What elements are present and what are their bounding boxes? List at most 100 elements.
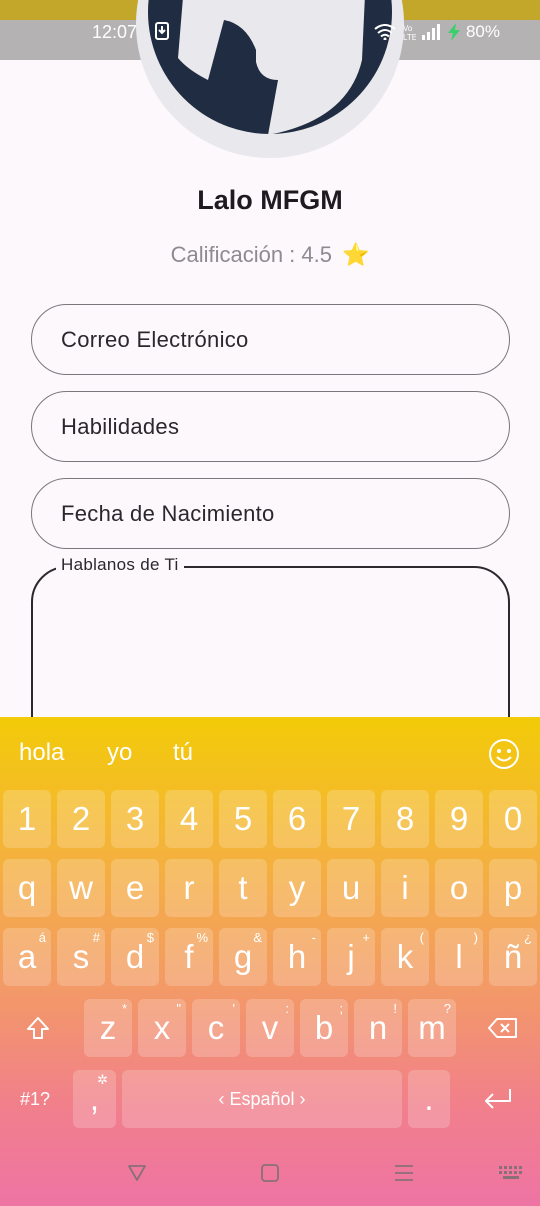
key-b-hint: ; bbox=[339, 1001, 343, 1016]
suggestion-3[interactable]: tú bbox=[173, 739, 193, 767]
key-i[interactable]: i bbox=[381, 859, 429, 917]
key-c[interactable]: c ' bbox=[192, 999, 240, 1057]
backspace-icon bbox=[487, 1018, 517, 1038]
key-n[interactable]: n! bbox=[354, 999, 402, 1057]
key-n-hint: ! bbox=[393, 1001, 397, 1016]
avatar-image bbox=[148, 0, 392, 134]
back-icon[interactable] bbox=[127, 1164, 147, 1182]
enter-key[interactable] bbox=[468, 1070, 528, 1128]
key-6[interactable]: 6 bbox=[273, 790, 321, 848]
email-placeholder: Correo Electrónico bbox=[61, 326, 249, 352]
status-time: 12:07 bbox=[92, 22, 138, 42]
key-y[interactable]: y bbox=[273, 859, 321, 917]
comma-hint: ✲ bbox=[97, 1072, 108, 1087]
key-z[interactable]: z * bbox=[84, 999, 132, 1057]
key-enye-label: ñ bbox=[503, 938, 523, 975]
key-n-label: n bbox=[368, 1009, 388, 1046]
key-a-label: a bbox=[17, 938, 37, 975]
key-v-hint: : bbox=[285, 1001, 289, 1016]
key-d-label: d bbox=[125, 938, 145, 975]
key-k-label: k bbox=[396, 938, 414, 975]
key-8[interactable]: 8 bbox=[381, 790, 429, 848]
home-icon[interactable] bbox=[261, 1164, 279, 1182]
key-x-hint: " bbox=[176, 1001, 181, 1016]
key-enye-hint: ¿ bbox=[524, 930, 532, 945]
about-label: Hablanos de Ti bbox=[56, 555, 184, 575]
key-j-label: j bbox=[347, 938, 355, 975]
key-q[interactable]: q bbox=[3, 859, 51, 917]
key-a[interactable]: aá bbox=[3, 928, 51, 986]
key-w[interactable]: w bbox=[57, 859, 105, 917]
key-b-label: b bbox=[314, 1009, 334, 1046]
key-e[interactable]: e bbox=[111, 859, 159, 917]
charging-icon bbox=[447, 23, 460, 41]
key-b[interactable]: b; bbox=[300, 999, 348, 1057]
soft-keyboard: hola yo tú 1 2 3 4 5 6 7 8 9 0 q w e r t… bbox=[0, 717, 540, 1206]
key-l[interactable]: l) bbox=[435, 928, 483, 986]
skills-placeholder: Habilidades bbox=[61, 413, 180, 439]
email-field[interactable]: Correo Electrónico bbox=[31, 304, 510, 375]
key-h-label: h bbox=[287, 938, 307, 975]
key-t[interactable]: t bbox=[219, 859, 267, 917]
key-r[interactable]: r bbox=[165, 859, 213, 917]
key-7[interactable]: 7 bbox=[327, 790, 375, 848]
symbols-key[interactable]: #1? bbox=[3, 1070, 67, 1128]
key-v[interactable]: v: bbox=[246, 999, 294, 1057]
star-icon: ⭐ bbox=[342, 242, 370, 267]
key-enye[interactable]: ñ ¿ bbox=[489, 928, 537, 986]
key-c-label: c bbox=[207, 1009, 225, 1046]
key-f[interactable]: f% bbox=[165, 928, 213, 986]
navigation-bar bbox=[0, 1148, 540, 1198]
recents-icon[interactable] bbox=[394, 1164, 414, 1182]
key-4[interactable]: 4 bbox=[165, 790, 213, 848]
signal-icon bbox=[421, 24, 440, 40]
suggestion-bar: hola yo tú bbox=[0, 717, 540, 789]
key-m[interactable]: m? bbox=[408, 999, 456, 1057]
avatar[interactable] bbox=[136, 0, 404, 158]
birthdate-field[interactable]: Fecha de Nacimiento bbox=[31, 478, 510, 549]
key-s[interactable]: s # bbox=[57, 928, 105, 986]
key-h-hint: - bbox=[311, 930, 316, 945]
key-u[interactable]: u bbox=[327, 859, 375, 917]
key-2[interactable]: 2 bbox=[57, 790, 105, 848]
key-s-hint: # bbox=[92, 930, 100, 945]
key-x[interactable]: x " bbox=[138, 999, 186, 1057]
wifi-icon bbox=[374, 24, 396, 40]
download-notification-icon bbox=[155, 22, 169, 40]
key-g-hint: & bbox=[253, 930, 262, 945]
key-k[interactable]: k( bbox=[381, 928, 429, 986]
backspace-key[interactable] bbox=[468, 999, 537, 1057]
rating-label: Calificación : 4.5 bbox=[170, 242, 332, 267]
key-1[interactable]: 1 bbox=[3, 790, 51, 848]
key-9[interactable]: 9 bbox=[435, 790, 483, 848]
profile-name: Lalo MFGM bbox=[197, 185, 343, 215]
key-c-hint: ' bbox=[232, 1001, 235, 1016]
key-d[interactable]: d $ bbox=[111, 928, 159, 986]
comma-key[interactable]: , ✲ bbox=[73, 1070, 116, 1128]
key-p[interactable]: p bbox=[489, 859, 537, 917]
shift-key[interactable] bbox=[3, 999, 73, 1057]
key-m-hint: ? bbox=[443, 1001, 451, 1016]
key-5[interactable]: 5 bbox=[219, 790, 267, 848]
key-3[interactable]: 3 bbox=[111, 790, 159, 848]
space-key[interactable]: ‹ Español › bbox=[122, 1070, 402, 1128]
key-k-hint: ( bbox=[419, 930, 424, 945]
key-g[interactable]: g & bbox=[219, 928, 267, 986]
suggestion-2[interactable]: yo bbox=[107, 739, 132, 767]
key-f-hint: % bbox=[196, 930, 208, 945]
key-j[interactable]: j + bbox=[327, 928, 375, 986]
svg-text:LTE: LTE bbox=[403, 33, 416, 41]
key-l-hint: ) bbox=[473, 930, 478, 945]
key-h[interactable]: h- bbox=[273, 928, 321, 986]
suggestion-1[interactable]: hola bbox=[19, 739, 64, 767]
key-l-label: l bbox=[455, 938, 463, 975]
key-0[interactable]: 0 bbox=[489, 790, 537, 848]
keyboard-hide-icon[interactable] bbox=[499, 1166, 523, 1180]
skills-field[interactable]: Habilidades bbox=[31, 391, 510, 462]
key-o[interactable]: o bbox=[435, 859, 483, 917]
key-d-hint: $ bbox=[146, 930, 154, 945]
birthdate-placeholder: Fecha de Nacimiento bbox=[61, 500, 275, 526]
emoji-icon[interactable] bbox=[488, 738, 520, 770]
period-key[interactable]: . bbox=[408, 1070, 450, 1128]
key-m-label: m bbox=[418, 1009, 446, 1046]
